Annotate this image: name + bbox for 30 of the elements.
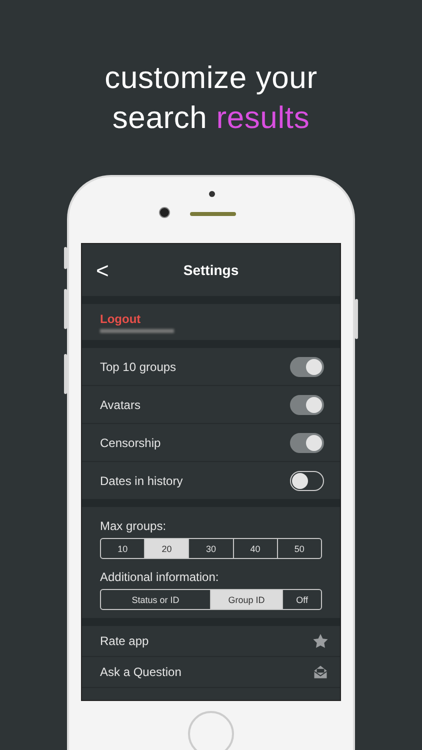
screen-title: Settings xyxy=(183,262,239,278)
star-icon xyxy=(313,634,328,648)
option-label: Additional information: xyxy=(100,570,220,584)
option-label: Max groups: xyxy=(100,519,168,533)
headline-text: search xyxy=(112,99,208,137)
segment-option[interactable]: 40 xyxy=(232,539,277,558)
segment-option[interactable]: Group ID xyxy=(210,590,282,609)
envelope-icon xyxy=(313,665,328,679)
setting-label: Top 10 groups xyxy=(100,360,176,374)
back-button[interactable]: < xyxy=(96,258,109,284)
headline-highlight: results xyxy=(216,99,310,137)
segment-option[interactable]: 10 xyxy=(101,539,144,558)
toggle-switch[interactable] xyxy=(290,356,324,376)
menu-item[interactable]: Ask a Question xyxy=(82,657,340,688)
toggle-switch[interactable] xyxy=(290,470,324,490)
segment-option[interactable]: Status or ID xyxy=(101,590,210,609)
sensor-dot xyxy=(209,191,215,197)
segment-option[interactable]: 20 xyxy=(144,539,188,558)
camera-lens xyxy=(159,207,170,218)
setting-label: Avatars xyxy=(100,398,140,412)
segment-option[interactable]: 50 xyxy=(276,539,321,558)
speaker-grille xyxy=(190,212,236,216)
setting-label: Dates in history xyxy=(100,474,183,488)
setting-label: Censorship xyxy=(100,436,161,450)
segment-option[interactable]: 30 xyxy=(188,539,233,558)
segment-option[interactable]: Off xyxy=(282,590,321,609)
toggle-switch[interactable] xyxy=(290,394,324,414)
toggle-switch[interactable] xyxy=(290,432,324,452)
headline-text: customize your xyxy=(104,59,318,97)
menu-item[interactable]: Rate app xyxy=(82,626,340,657)
